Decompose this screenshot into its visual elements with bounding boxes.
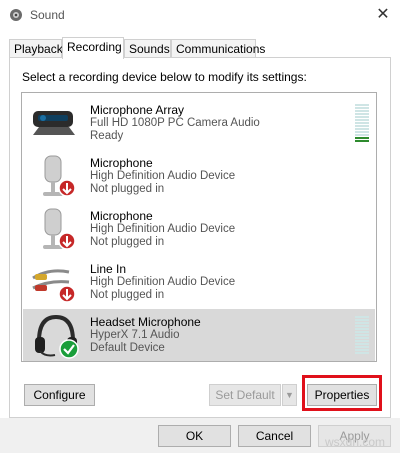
ok-button[interactable]: OK <box>158 425 231 447</box>
camera-microphone-icon <box>33 111 75 135</box>
level-meter <box>355 316 369 356</box>
device-description: High Definition Audio Device <box>90 276 236 288</box>
tab-sounds[interactable]: Sounds <box>124 39 171 57</box>
device-row-headset-microphone[interactable]: Headset Microphone HyperX 7.1 Audio Defa… <box>23 309 375 361</box>
device-row-microphone-array[interactable]: Microphone Array Full HD 1080P PC Camera… <box>23 97 375 149</box>
highlight-box <box>302 375 382 411</box>
level-meter <box>355 104 369 144</box>
watermark: wsxdn.com <box>325 435 386 449</box>
configure-button[interactable]: Configure <box>24 384 95 406</box>
line-in-unplugged-icon <box>32 269 76 303</box>
device-description: High Definition Audio Device <box>90 170 236 182</box>
set-default-button[interactable]: Set Default <box>209 384 281 406</box>
speaker-icon <box>10 9 22 21</box>
headset-default-icon <box>35 314 79 359</box>
device-description: High Definition Audio Device <box>90 223 236 235</box>
title-bar: Sound ✕ <box>0 0 400 30</box>
set-default-dropdown-button[interactable]: ▼ <box>282 384 297 406</box>
tab-recording[interactable]: Recording <box>62 37 124 59</box>
device-status: Default Device <box>90 342 165 354</box>
tab-playback[interactable]: Playback <box>9 39 63 57</box>
device-status: Not plugged in <box>90 183 165 195</box>
microphone-unplugged-icon <box>43 208 76 250</box>
window-title: Sound <box>30 8 65 22</box>
device-description: HyperX 7.1 Audio <box>90 329 180 341</box>
chevron-down-icon: ▼ <box>285 390 294 400</box>
device-name: Microphone <box>90 156 153 170</box>
cancel-button[interactable]: Cancel <box>238 425 311 447</box>
device-row-line-in[interactable]: Line In High Definition Audio Device Not… <box>23 256 375 308</box>
instruction-text: Select a recording device below to modif… <box>22 70 307 84</box>
device-row-microphone-1[interactable]: Microphone High Definition Audio Device … <box>23 150 375 202</box>
device-status: Not plugged in <box>90 236 165 248</box>
tab-communications[interactable]: Communications <box>171 39 265 57</box>
device-name: Headset Microphone <box>90 315 201 329</box>
device-name: Microphone <box>90 209 153 223</box>
device-status: Not plugged in <box>90 289 165 301</box>
device-description: Full HD 1080P PC Camera Audio <box>90 117 260 129</box>
device-status: Ready <box>90 130 124 142</box>
device-list[interactable]: Microphone Array Full HD 1080P PC Camera… <box>21 92 377 362</box>
close-button[interactable]: ✕ <box>370 3 396 27</box>
microphone-unplugged-icon <box>43 155 76 197</box>
device-name: Microphone Array <box>90 103 185 117</box>
device-name: Line In <box>90 262 127 276</box>
device-row-microphone-2[interactable]: Microphone High Definition Audio Device … <box>23 203 375 255</box>
